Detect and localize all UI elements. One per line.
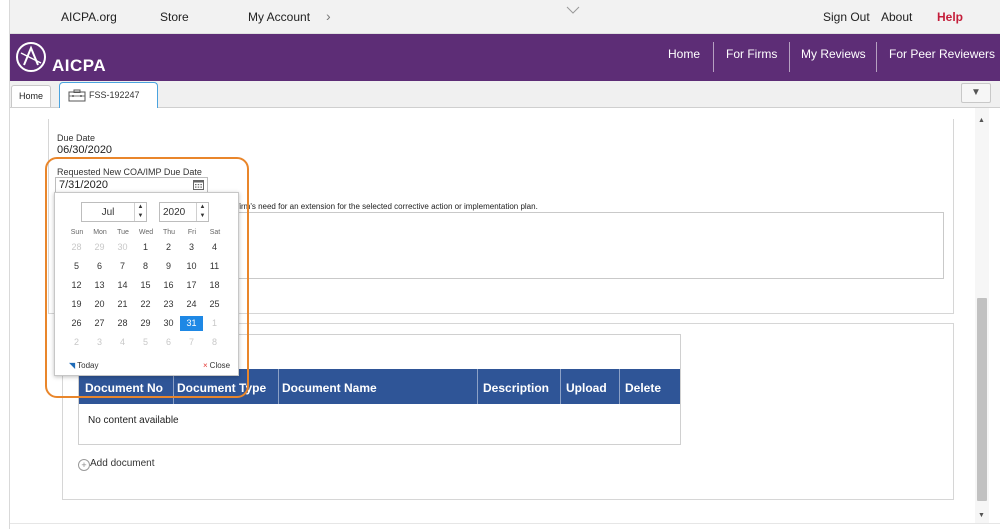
scroll-down-icon[interactable]: ▼	[978, 512, 985, 519]
help-link[interactable]: Help	[937, 10, 963, 24]
brand-name[interactable]: AICPA	[52, 56, 106, 76]
col-description[interactable]: Description	[483, 381, 549, 395]
utility-bar: AICPA.org Store My Account › Sign Out Ab…	[10, 0, 1000, 34]
page-bottom-edge	[10, 523, 1000, 529]
tab-label: FSS-192247	[89, 90, 140, 100]
window-left-edge	[0, 0, 10, 529]
highlight-annotation	[45, 157, 249, 398]
sign-out-link[interactable]: Sign Out	[823, 10, 870, 24]
tab-list-dropdown[interactable]: ▼	[961, 83, 991, 103]
chevron-down-icon[interactable]	[566, 5, 580, 15]
tab-fss-192247[interactable]: FSS-192247	[59, 82, 158, 109]
about-link[interactable]: About	[881, 10, 912, 24]
store-link[interactable]: Store	[160, 10, 189, 24]
scroll-up-icon[interactable]: ▲	[978, 117, 985, 124]
col-upload[interactable]: Upload	[566, 381, 607, 395]
aicpa-org-link[interactable]: AICPA.org	[61, 10, 117, 24]
col-separator	[619, 369, 620, 404]
tab-home[interactable]: Home	[11, 85, 52, 107]
page-scrollbar[interactable]: ▲ ▼	[975, 108, 989, 529]
due-date-value: 06/30/2020	[57, 144, 113, 156]
extension-instruction: firm's need for an extension for the sel…	[237, 202, 538, 211]
nav-my-reviews[interactable]: My Reviews	[801, 47, 866, 61]
aicpa-logo-icon[interactable]	[15, 41, 47, 73]
col-document-name[interactable]: Document Name	[282, 381, 377, 395]
my-account-link[interactable]: My Account	[248, 10, 310, 24]
main-nav-bar: AICPA Home For Firms My Reviews For Peer…	[10, 34, 1000, 81]
nav-for-firms[interactable]: For Firms	[726, 47, 777, 61]
chevron-right-icon[interactable]: ›	[326, 8, 331, 24]
nav-divider	[876, 42, 877, 72]
col-separator	[560, 369, 561, 404]
case-file-icon	[68, 89, 86, 102]
empty-table-message: No content available	[88, 415, 179, 426]
due-date-label: Due Date	[57, 133, 96, 143]
col-separator	[477, 369, 478, 404]
tab-strip: Home FSS-192247 ▼	[10, 81, 1000, 109]
nav-for-peer-reviewers[interactable]: For Peer Reviewers	[889, 47, 995, 61]
scrollbar-thumb[interactable]	[977, 298, 987, 501]
col-delete[interactable]: Delete	[625, 381, 661, 395]
add-document-label[interactable]: Add document	[90, 458, 155, 469]
col-separator	[278, 369, 279, 404]
nav-divider	[713, 42, 714, 72]
nav-home[interactable]: Home	[668, 47, 700, 61]
add-circle-icon[interactable]: +	[78, 459, 90, 471]
nav-divider	[789, 42, 790, 72]
